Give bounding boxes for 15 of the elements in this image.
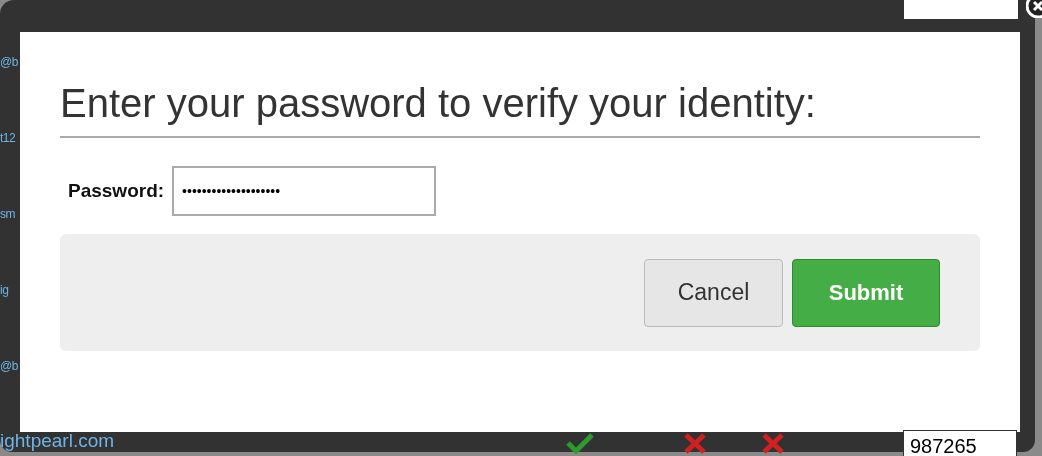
email-link[interactable]: t12: [0, 131, 20, 145]
password-label: Password:: [68, 180, 165, 202]
email-link[interactable]: @b: [0, 55, 20, 69]
cross-icon: [760, 432, 786, 454]
email-link[interactable]: ig: [0, 283, 20, 297]
email-link[interactable]: ightpearl.com: [0, 430, 115, 452]
id-field[interactable]: 987265: [903, 430, 1017, 456]
cross-icon: [682, 432, 708, 454]
password-field[interactable]: ••••••••••••••••••••: [172, 166, 437, 216]
id-field[interactable]: [903, 0, 1019, 20]
email-link[interactable]: sm: [0, 207, 20, 221]
email-link[interactable]: @b: [0, 359, 20, 373]
cancel-button[interactable]: Cancel: [644, 258, 783, 327]
check-icon: [565, 432, 595, 454]
dialog-title: Enter your password to verify your identity:: [60, 80, 980, 138]
